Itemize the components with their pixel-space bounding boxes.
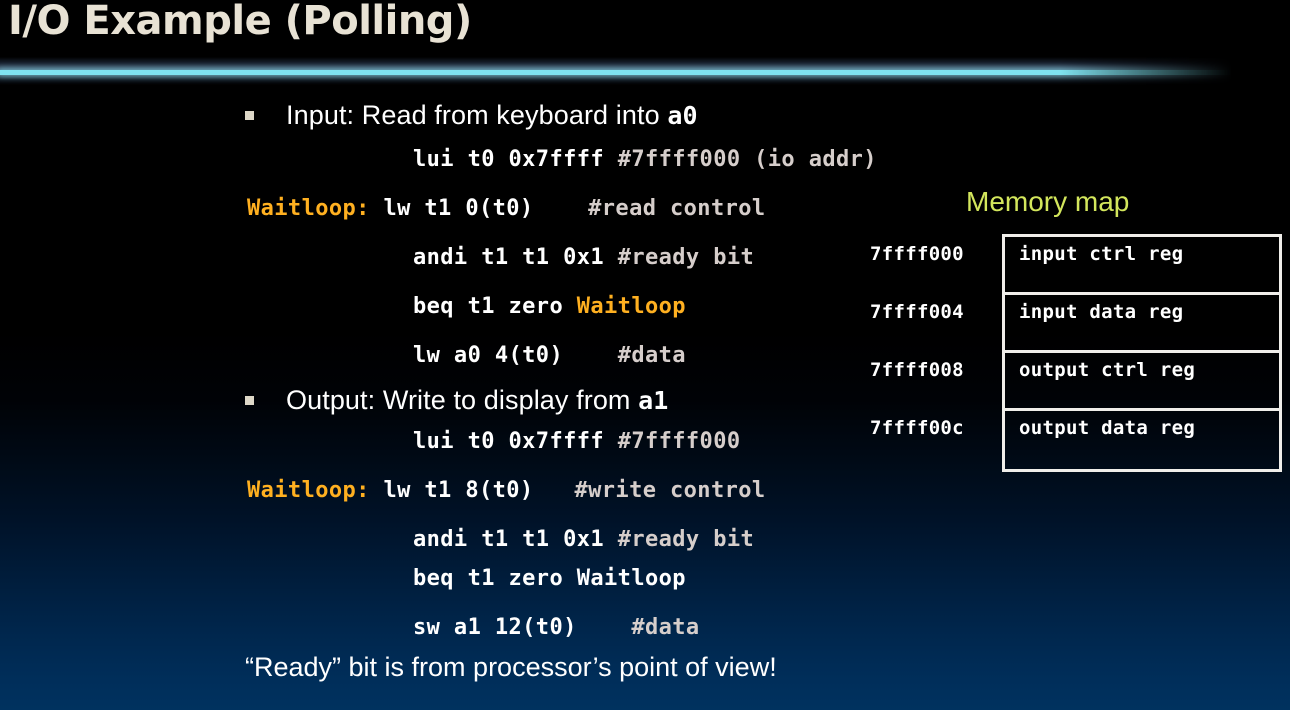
table-row: output ctrl reg [1005,353,1279,411]
code-line-input-5: lw a0 4(t0) #data [413,343,686,368]
code-text: lui t0 0x7ffff [413,429,618,454]
bullet-square-icon [245,111,254,120]
divider-line [0,70,1232,75]
code-branch-target: Waitloop [576,294,686,319]
title-divider [0,57,1232,85]
page-title: I/O Example (Polling) [8,0,472,44]
code-comment: #data [631,615,700,640]
code-text: sw a1 12(t0) [413,615,632,640]
code-comment: #ready bit [617,527,755,552]
memory-register-3: output data reg [1019,417,1196,439]
code-comment: #7ffff000 [617,429,741,454]
slide-footnote: “Ready” bit is from processor’s point of… [245,652,777,682]
bullet-output-text: Output: Write to display from [286,385,639,415]
bullet-square-icon [245,396,254,405]
code-label-waitloop: Waitloop: [247,196,370,221]
code-text: beq t1 zero [413,294,577,319]
slide-canvas: I/O Example (Polling) Input: Read from k… [0,0,1290,710]
memory-address-1: 7ffff004 [870,301,964,323]
bullet-input-label: Input: Read from keyboard into a0 [286,100,698,131]
bullet-input-text: Input: Read from keyboard into [286,100,668,130]
table-row: output data reg [1005,411,1279,469]
memory-register-0: input ctrl reg [1019,243,1184,265]
memory-map-table: input ctrl reg input data reg output ctr… [1002,234,1282,472]
bullet-output: Output: Write to display from a1 [245,385,668,416]
code-line-output-1: lui t0 0x7ffff #7ffff000 [413,429,741,454]
code-comment: #data [617,343,686,368]
code-line-input-1: lui t0 0x7ffff #7ffff000 (io addr) [413,147,877,172]
code-text: lw t1 8(t0) [369,478,575,503]
code-line-output-5: sw a1 12(t0) #data [413,615,700,640]
code-text: lw t1 0(t0) [369,196,589,221]
memory-map-title: Memory map [966,186,1130,217]
code-text: lui t0 0x7ffff [413,147,618,172]
code-line-output-2: Waitloop: lw t1 8(t0) #write control [247,478,766,503]
bullet-input: Input: Read from keyboard into a0 [245,100,698,131]
table-row: input ctrl reg [1005,237,1279,295]
code-text: beq t1 zero Waitloop [413,566,686,591]
code-comment: #write control [574,478,766,503]
code-line-output-4: beq t1 zero Waitloop [413,566,686,591]
code-line-input-4: beq t1 zero Waitloop [413,294,686,319]
code-comment: #7ffff000 (io addr) [617,147,877,172]
code-text: andi t1 t1 0x1 [413,245,618,270]
code-line-input-2: Waitloop: lw t1 0(t0) #read control [247,196,766,221]
memory-register-2: output ctrl reg [1019,359,1196,381]
code-line-input-3: andi t1 t1 0x1 #ready bit [413,245,754,270]
code-comment: #read control [588,196,766,221]
code-text: lw a0 4(t0) [413,343,618,368]
memory-register-1: input data reg [1019,301,1184,323]
code-line-output-3: andi t1 t1 0x1 #ready bit [413,527,754,552]
memory-address-2: 7ffff008 [870,359,964,381]
code-label-waitloop: Waitloop: [247,478,370,503]
table-row: input data reg [1005,295,1279,353]
memory-address-0: 7ffff000 [870,243,964,265]
code-text: andi t1 t1 0x1 [413,527,618,552]
bullet-output-label: Output: Write to display from a1 [286,385,668,416]
bullet-output-register: a1 [638,386,669,415]
bullet-input-register: a0 [667,101,698,130]
memory-address-3: 7ffff00c [870,417,964,439]
code-comment: #ready bit [617,245,755,270]
